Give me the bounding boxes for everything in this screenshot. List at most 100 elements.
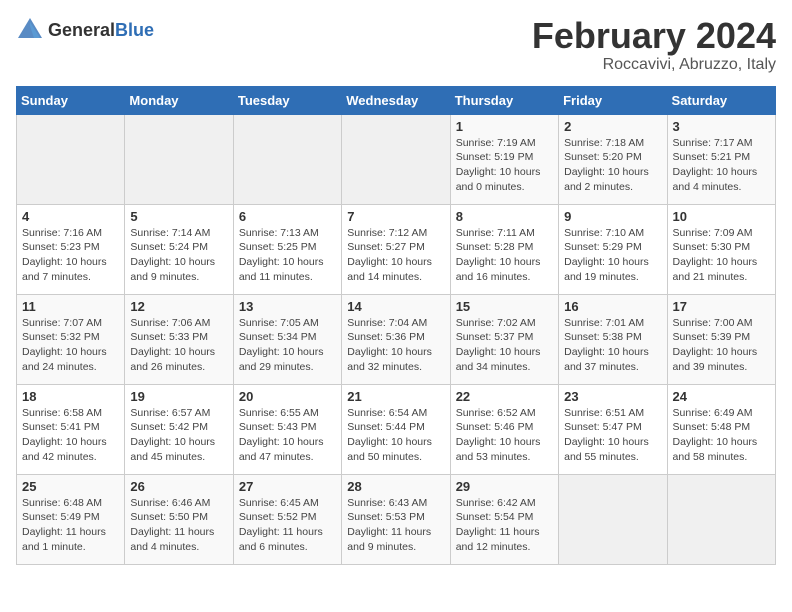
day-info: Sunrise: 7:04 AM Sunset: 5:36 PM Dayligh… [347,316,444,375]
calendar-cell: 20 Sunrise: 6:55 AM Sunset: 5:43 PM Dayli… [233,384,341,474]
column-header-saturday: Saturday [667,86,775,114]
calendar-cell: 6Sunrise: 7:13 AM Sunset: 5:25 PM Daylig… [233,204,341,294]
day-number: 9 [564,209,661,224]
day-number: 22 [456,389,553,404]
day-number: 16 [564,299,661,314]
day-number: 2 [564,119,661,134]
day-info: Sunrise: 6:48 AM Sunset: 5:49 PM Dayligh… [22,496,119,555]
calendar-cell: 12 Sunrise: 7:06 AM Sunset: 5:33 PM Dayli… [125,294,233,384]
calendar-cell: 7 Sunrise: 7:12 AM Sunset: 5:27 PM Daylig… [342,204,450,294]
day-info: Sunrise: 7:17 AM Sunset: 5:21 PM Dayligh… [673,136,770,195]
logo: GeneralBlue [16,16,154,44]
calendar-cell: 5 Sunrise: 7:14 AM Sunset: 5:24 PM Daylig… [125,204,233,294]
calendar-cell: 8 Sunrise: 7:11 AM Sunset: 5:28 PM Daylig… [450,204,558,294]
day-number: 18 [22,389,119,404]
calendar-cell: 14 Sunrise: 7:04 AM Sunset: 5:36 PM Dayli… [342,294,450,384]
day-number: 5 [130,209,227,224]
day-info: Sunrise: 7:09 AM Sunset: 5:30 PM Dayligh… [673,226,770,285]
day-info: Sunrise: 6:57 AM Sunset: 5:42 PM Dayligh… [130,406,227,465]
calendar-cell: 22Sunrise: 6:52 AM Sunset: 5:46 PM Dayli… [450,384,558,474]
day-number: 3 [673,119,770,134]
title-block: February 2024 Roccavivi, Abruzzo, Italy [532,16,776,74]
calendar-cell: 29Sunrise: 6:42 AM Sunset: 5:54 PM Dayli… [450,474,558,564]
calendar-cell: 11 Sunrise: 7:07 AM Sunset: 5:32 PM Dayli… [17,294,125,384]
week-row-1: 1 Sunrise: 7:19 AM Sunset: 5:19 PM Daylig… [17,114,776,204]
calendar-cell: 28Sunrise: 6:43 AM Sunset: 5:53 PM Dayli… [342,474,450,564]
subtitle: Roccavivi, Abruzzo, Italy [532,56,776,74]
day-number: 8 [456,209,553,224]
day-info: Sunrise: 7:14 AM Sunset: 5:24 PM Dayligh… [130,226,227,285]
column-header-tuesday: Tuesday [233,86,341,114]
day-number: 21 [347,389,444,404]
logo-text: GeneralBlue [48,20,154,41]
day-number: 23 [564,389,661,404]
day-number: 20 [239,389,336,404]
day-info: Sunrise: 7:00 AM Sunset: 5:39 PM Dayligh… [673,316,770,375]
day-info: Sunrise: 6:55 AM Sunset: 5:43 PM Dayligh… [239,406,336,465]
calendar-cell: 13Sunrise: 7:05 AM Sunset: 5:34 PM Dayli… [233,294,341,384]
day-number: 28 [347,479,444,494]
calendar-cell: 9 Sunrise: 7:10 AM Sunset: 5:29 PM Daylig… [559,204,667,294]
day-info: Sunrise: 7:02 AM Sunset: 5:37 PM Dayligh… [456,316,553,375]
calendar-cell: 10Sunrise: 7:09 AM Sunset: 5:30 PM Dayli… [667,204,775,294]
calendar-cell: 23 Sunrise: 6:51 AM Sunset: 5:47 PM Dayli… [559,384,667,474]
day-info: Sunrise: 6:54 AM Sunset: 5:44 PM Dayligh… [347,406,444,465]
calendar-cell: 16 Sunrise: 7:01 AM Sunset: 5:38 PM Dayli… [559,294,667,384]
day-info: Sunrise: 7:10 AM Sunset: 5:29 PM Dayligh… [564,226,661,285]
week-row-3: 11 Sunrise: 7:07 AM Sunset: 5:32 PM Dayli… [17,294,776,384]
day-info: Sunrise: 7:12 AM Sunset: 5:27 PM Dayligh… [347,226,444,285]
day-info: Sunrise: 6:45 AM Sunset: 5:52 PM Dayligh… [239,496,336,555]
day-info: Sunrise: 7:19 AM Sunset: 5:19 PM Dayligh… [456,136,553,195]
calendar-cell: 4Sunrise: 7:16 AM Sunset: 5:23 PM Daylig… [17,204,125,294]
day-number: 27 [239,479,336,494]
logo-icon [16,16,44,44]
day-number: 19 [130,389,227,404]
calendar-cell: 25 Sunrise: 6:48 AM Sunset: 5:49 PM Dayli… [17,474,125,564]
calendar-table: SundayMondayTuesdayWednesdayThursdayFrid… [16,86,776,565]
day-info: Sunrise: 7:01 AM Sunset: 5:38 PM Dayligh… [564,316,661,375]
calendar-cell: 17 Sunrise: 7:00 AM Sunset: 5:39 PM Dayli… [667,294,775,384]
day-info: Sunrise: 7:16 AM Sunset: 5:23 PM Dayligh… [22,226,119,285]
column-header-wednesday: Wednesday [342,86,450,114]
day-number: 29 [456,479,553,494]
day-number: 25 [22,479,119,494]
calendar-cell: 24 Sunrise: 6:49 AM Sunset: 5:48 PM Dayli… [667,384,775,474]
calendar-body: 1 Sunrise: 7:19 AM Sunset: 5:19 PM Daylig… [17,114,776,564]
day-number: 7 [347,209,444,224]
calendar-header: SundayMondayTuesdayWednesdayThursdayFrid… [17,86,776,114]
day-info: Sunrise: 7:13 AM Sunset: 5:25 PM Dayligh… [239,226,336,285]
day-info: Sunrise: 6:51 AM Sunset: 5:47 PM Dayligh… [564,406,661,465]
calendar-cell: 27 Sunrise: 6:45 AM Sunset: 5:52 PM Dayli… [233,474,341,564]
day-number: 14 [347,299,444,314]
day-info: Sunrise: 7:07 AM Sunset: 5:32 PM Dayligh… [22,316,119,375]
calendar-cell: 15 Sunrise: 7:02 AM Sunset: 5:37 PM Dayli… [450,294,558,384]
column-header-friday: Friday [559,86,667,114]
day-info: Sunrise: 6:49 AM Sunset: 5:48 PM Dayligh… [673,406,770,465]
page-header: GeneralBlue February 2024 Roccavivi, Abr… [16,16,776,74]
day-info: Sunrise: 6:46 AM Sunset: 5:50 PM Dayligh… [130,496,227,555]
main-title: February 2024 [532,16,776,56]
column-header-monday: Monday [125,86,233,114]
calendar-cell [342,114,450,204]
day-number: 15 [456,299,553,314]
day-number: 26 [130,479,227,494]
logo-general: General [48,20,115,40]
calendar-cell: 26 Sunrise: 6:46 AM Sunset: 5:50 PM Dayli… [125,474,233,564]
calendar-cell [125,114,233,204]
day-info: Sunrise: 7:11 AM Sunset: 5:28 PM Dayligh… [456,226,553,285]
day-number: 1 [456,119,553,134]
day-number: 17 [673,299,770,314]
day-number: 11 [22,299,119,314]
day-number: 24 [673,389,770,404]
header-row: SundayMondayTuesdayWednesdayThursdayFrid… [17,86,776,114]
column-header-sunday: Sunday [17,86,125,114]
calendar-cell [233,114,341,204]
day-number: 12 [130,299,227,314]
day-info: Sunrise: 7:18 AM Sunset: 5:20 PM Dayligh… [564,136,661,195]
calendar-cell: 3 Sunrise: 7:17 AM Sunset: 5:21 PM Daylig… [667,114,775,204]
calendar-cell [667,474,775,564]
calendar-cell: 2 Sunrise: 7:18 AM Sunset: 5:20 PM Daylig… [559,114,667,204]
day-info: Sunrise: 7:06 AM Sunset: 5:33 PM Dayligh… [130,316,227,375]
week-row-2: 4Sunrise: 7:16 AM Sunset: 5:23 PM Daylig… [17,204,776,294]
calendar-cell: 18Sunrise: 6:58 AM Sunset: 5:41 PM Dayli… [17,384,125,474]
